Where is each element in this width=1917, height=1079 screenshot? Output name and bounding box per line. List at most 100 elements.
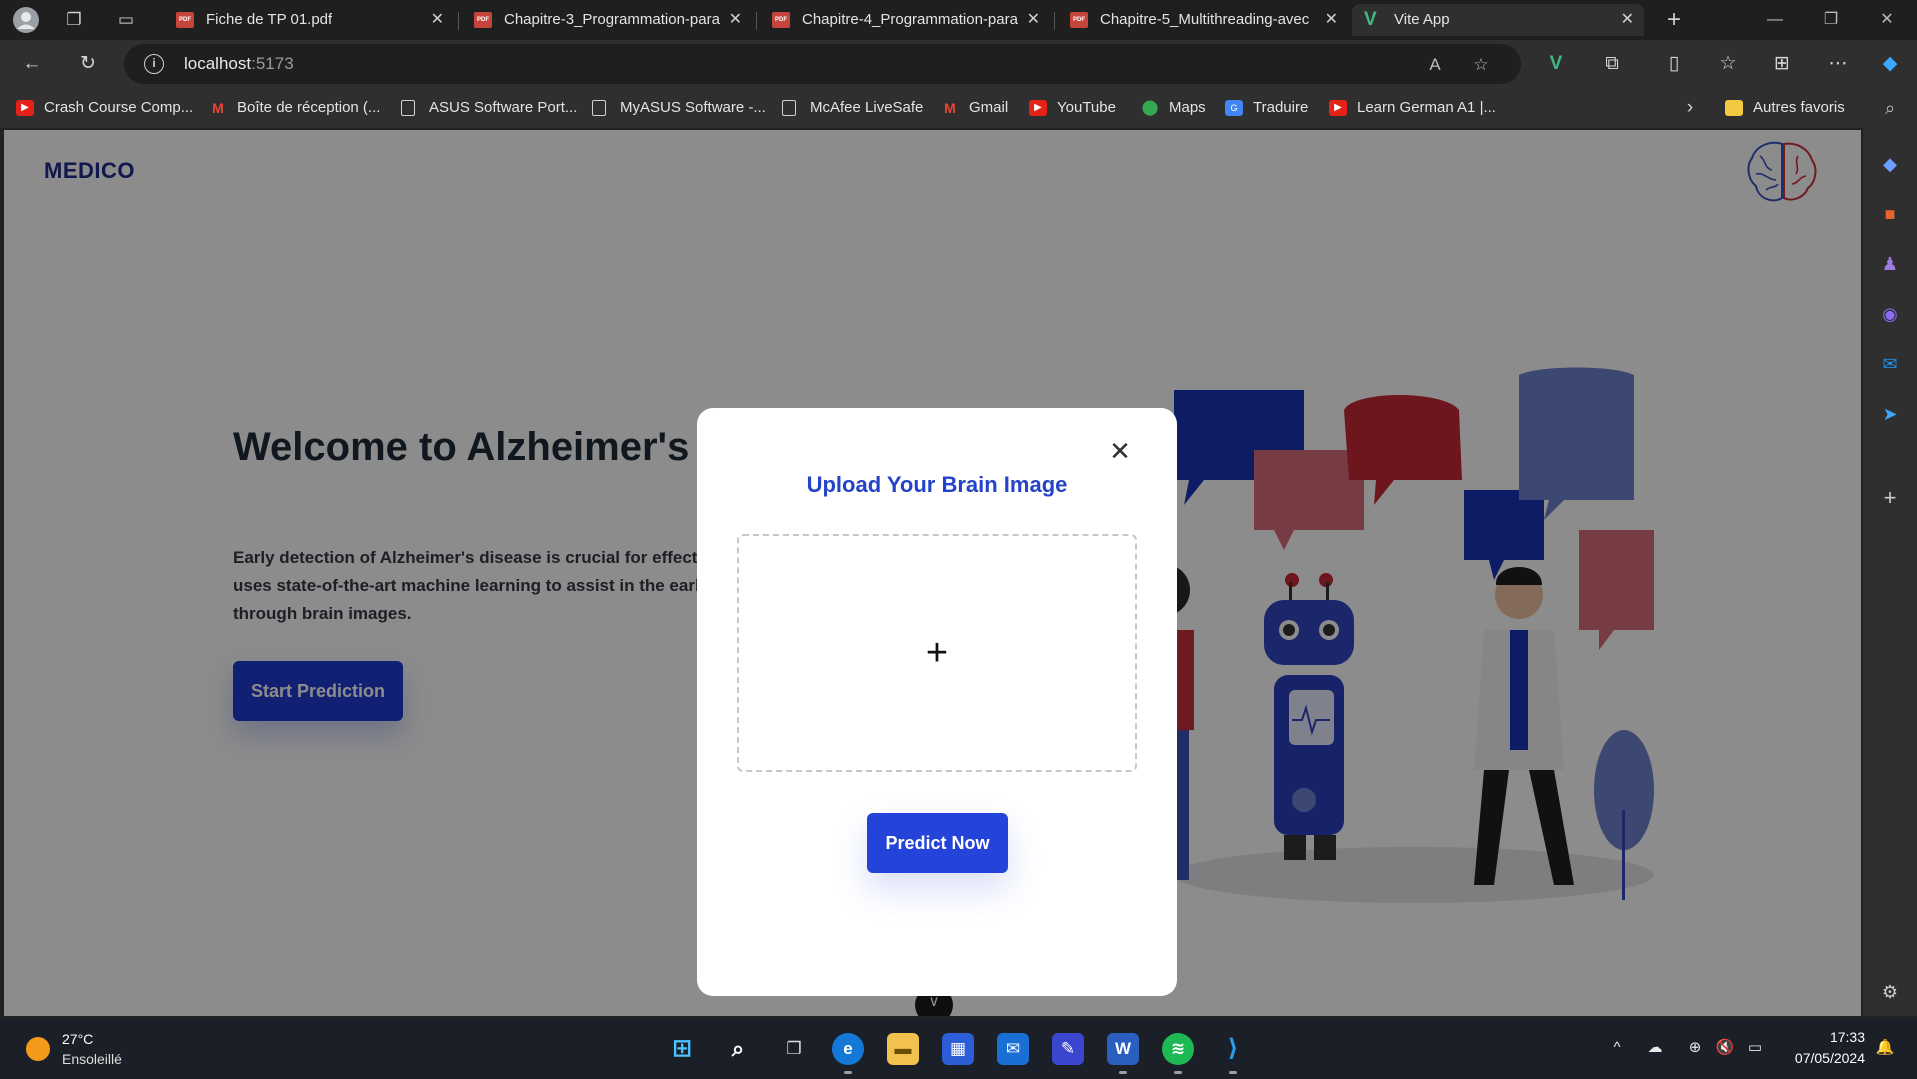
- close-icon[interactable]: ✕: [1107, 438, 1133, 464]
- bookmark-2[interactable]: ASUS Software Port...: [401, 97, 577, 119]
- profile-icon[interactable]: [12, 6, 40, 34]
- bookmark-5[interactable]: M Gmail: [941, 97, 1008, 119]
- bookmark-6[interactable]: ▶ YouTube: [1029, 97, 1116, 119]
- windows-start-icon[interactable]: ⊞: [666, 1033, 698, 1065]
- bookmark-3[interactable]: MyASUS Software -...: [592, 97, 766, 119]
- refresh-icon[interactable]: ↻: [74, 50, 102, 78]
- games-icon[interactable]: ♟: [1876, 250, 1904, 278]
- clock-date[interactable]: 07/05/2024: [1795, 1050, 1865, 1066]
- bookmark-9[interactable]: ▶ Learn German A1 |...: [1329, 97, 1496, 119]
- tab-3[interactable]: PDF Chapitre-5_Multithreading-avec ✕: [1058, 4, 1348, 36]
- notes-app-icon[interactable]: ✎: [1052, 1033, 1084, 1065]
- send-icon[interactable]: ➤: [1876, 400, 1904, 428]
- vue-devtools-icon[interactable]: V: [1542, 50, 1570, 78]
- sun-icon[interactable]: [26, 1037, 50, 1061]
- tools-icon[interactable]: ■: [1876, 200, 1904, 228]
- upload-modal: ✕ Upload Your Brain Image + Predict Now: [697, 408, 1177, 996]
- split-screen-icon[interactable]: ▯: [1660, 50, 1688, 78]
- spotify-icon[interactable]: ≋: [1162, 1033, 1194, 1065]
- toolbar: ← ↻ i localhost:5173 A ☆ V ⧉ ▯ ☆ ⊞ ⋯ ◆: [0, 40, 1917, 88]
- chevron-up-icon[interactable]: ^: [1606, 1037, 1628, 1059]
- pdf-icon: PDF: [772, 12, 790, 28]
- folder-icon: [1725, 100, 1743, 116]
- close-tab-icon[interactable]: ✕: [729, 4, 742, 36]
- close-tab-icon[interactable]: ✕: [1027, 4, 1040, 36]
- close-window-icon[interactable]: ✕: [1859, 0, 1915, 40]
- tab-active[interactable]: V Vite App ✕: [1352, 4, 1644, 36]
- edge-icon[interactable]: e: [832, 1033, 864, 1065]
- weather-temperature[interactable]: 27°C: [62, 1031, 93, 1047]
- bookmark-7[interactable]: ⬤ Maps: [1141, 97, 1206, 119]
- close-tab-icon[interactable]: ✕: [1325, 4, 1338, 36]
- gmail-icon: M: [944, 100, 956, 116]
- back-icon[interactable]: ←: [18, 50, 46, 78]
- taskbar: 27°C Ensoleillé ⊞ ⌕ ❐ e ▬ ▦ ✉ ✎ W ≋ ⟩ ^ …: [0, 1019, 1917, 1079]
- volume-muted-icon[interactable]: 🔇: [1714, 1037, 1736, 1059]
- maps-icon: ⬤: [1141, 99, 1159, 116]
- extensions-icon[interactable]: ⧉: [1598, 50, 1626, 78]
- gmail-icon: M: [212, 100, 224, 116]
- page-icon: [401, 100, 415, 116]
- address-bar[interactable]: i localhost:5173 A ☆: [124, 44, 1521, 84]
- page-viewport: MEDICO Welcome to Alzheimer's Disease De…: [4, 130, 1861, 1016]
- close-tab-icon[interactable]: ✕: [1621, 4, 1634, 36]
- pdf-icon: PDF: [474, 12, 492, 28]
- network-icon[interactable]: ⊕: [1684, 1037, 1706, 1059]
- url-text: localhost:5173: [184, 54, 294, 73]
- tab-1[interactable]: PDF Chapitre-3_Programmation-para ✕: [462, 4, 752, 36]
- battery-icon[interactable]: ▭: [1744, 1037, 1766, 1059]
- settings-gear-icon[interactable]: ⚙: [1876, 978, 1904, 1006]
- minimize-icon[interactable]: —: [1747, 0, 1803, 40]
- notification-bell-icon[interactable]: 🔔: [1874, 1037, 1896, 1059]
- favorite-star-icon[interactable]: ☆: [1468, 52, 1494, 78]
- vue-icon: V: [1364, 9, 1377, 30]
- collections-icon[interactable]: ⊞: [1768, 50, 1796, 78]
- image-dropzone[interactable]: +: [737, 534, 1137, 772]
- favorites-icon[interactable]: ☆: [1714, 50, 1742, 78]
- tab-0[interactable]: PDF Fiche de TP 01.pdf ✕: [164, 4, 454, 36]
- store-icon[interactable]: ▦: [942, 1033, 974, 1065]
- close-tab-icon[interactable]: ✕: [431, 4, 444, 36]
- vertical-tabs-icon[interactable]: ▭: [112, 6, 140, 34]
- microsoft-365-icon[interactable]: ◉: [1876, 300, 1904, 328]
- other-favorites[interactable]: Autres favoris: [1725, 97, 1845, 119]
- youtube-icon: ▶: [1029, 100, 1047, 116]
- modal-title: Upload Your Brain Image: [806, 472, 1068, 497]
- bookmark-4[interactable]: McAfee LiveSafe: [782, 97, 923, 119]
- task-view-icon[interactable]: ❐: [778, 1033, 810, 1065]
- weather-condition[interactable]: Ensoleillé: [62, 1051, 122, 1067]
- bookmark-0[interactable]: ▶ Crash Course Comp...: [16, 97, 193, 119]
- search-icon[interactable]: ⌕: [1876, 94, 1904, 122]
- add-icon[interactable]: +: [1876, 484, 1904, 512]
- new-tab-icon[interactable]: +: [1660, 6, 1688, 34]
- tab-2[interactable]: PDF Chapitre-4_Programmation-para ✕: [760, 4, 1050, 36]
- mail-icon[interactable]: ✉: [997, 1033, 1029, 1065]
- file-explorer-icon[interactable]: ▬: [887, 1033, 919, 1065]
- bookmark-1[interactable]: M Boîte de réception (...: [209, 97, 380, 119]
- search-icon[interactable]: ⌕: [722, 1033, 754, 1065]
- page-icon: [592, 100, 606, 116]
- translate-icon: G: [1225, 100, 1243, 116]
- vscode-icon[interactable]: ⟩: [1217, 1033, 1249, 1065]
- copilot-icon[interactable]: ◆: [1876, 50, 1904, 78]
- edge-sidebar: ⌕ ◆ ■ ♟ ◉ ✉ ➤ + ⚙: [1863, 88, 1917, 1016]
- predict-now-button[interactable]: Predict Now: [867, 813, 1008, 873]
- outlook-icon[interactable]: ✉: [1876, 350, 1904, 378]
- site-info-icon[interactable]: i: [144, 54, 164, 74]
- workspaces-icon[interactable]: ❐: [60, 6, 88, 34]
- read-aloud-icon[interactable]: A: [1422, 52, 1448, 78]
- tab-bar: ❐ ▭ PDF Fiche de TP 01.pdf ✕ PDF Chapitr…: [0, 0, 1917, 40]
- cloud-offline-icon[interactable]: ☁: [1644, 1037, 1666, 1059]
- bookmarks-bar: ▶ Crash Course Comp... M Boîte de réceptio…: [0, 88, 1917, 128]
- add-image-icon: +: [925, 632, 949, 674]
- bookmark-8[interactable]: G Traduire: [1225, 97, 1308, 119]
- page-icon: [782, 100, 796, 116]
- shopping-icon[interactable]: ◆: [1876, 150, 1904, 178]
- restore-icon[interactable]: ❐: [1803, 0, 1859, 40]
- clock-time[interactable]: 17:33: [1830, 1029, 1865, 1045]
- chevron-right-icon[interactable]: ›: [1676, 94, 1704, 122]
- more-icon[interactable]: ⋯: [1824, 50, 1852, 78]
- word-icon[interactable]: W: [1107, 1033, 1139, 1065]
- youtube-icon: ▶: [16, 100, 34, 116]
- pdf-icon: PDF: [1070, 12, 1088, 28]
